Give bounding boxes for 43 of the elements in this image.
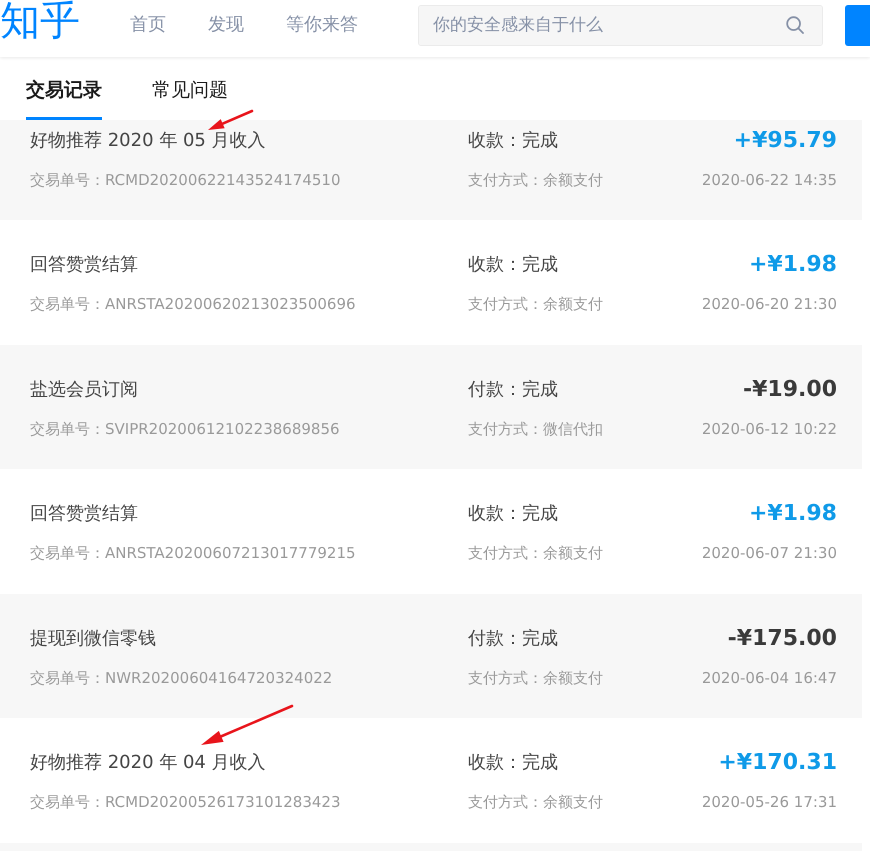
logo[interactable]: 知乎 [0,0,80,43]
transaction-amount: -¥19.00 [742,376,837,403]
payment-method: 支付方式：余额支付 [468,294,603,314]
transaction-amount: +¥1.98 [748,252,837,278]
transaction-time: 2020-06-12 10:22 [702,418,837,439]
payment-method: 支付方式：余额支付 [468,792,603,812]
transaction-status: 收款：完成 [468,502,559,526]
transaction-status: 付款：完成 [468,378,559,402]
transaction-time: 2020-05-26 17:31 [702,792,837,812]
order-number: 交易单号：RCMD20200622143524174510 [30,170,341,190]
transaction-amount: -¥175.00 [728,626,837,652]
transaction-status: 收款：完成 [468,751,559,776]
transaction-time: 2020-06-22 14:35 [702,170,837,190]
nav-link[interactable]: 首页 [130,12,166,38]
transaction-time: 2020-06-20 21:30 [702,294,837,314]
transaction-title: 盐选会员订阅 [30,378,138,402]
transaction-amount: +¥1.98 [748,501,837,528]
order-number: 交易单号：ANRSTA20200607213017779215 [30,543,356,564]
transaction-title: 好物推荐 2020 年 04 月收入 [30,751,266,776]
transaction-status: 收款：完成 [468,253,559,277]
search-field[interactable]: 你的安全感来自于什么 [418,4,823,46]
transaction-title: 回答赞赏结算 [30,502,138,526]
transaction-amount: +¥95.79 [734,128,837,154]
order-number: 交易单号：RCMD20200526173101283423 [30,792,341,812]
transaction-time: 2020-06-07 21:30 [702,543,837,564]
tab[interactable]: 常见问题 [152,57,228,120]
payment-method: 支付方式：微信代扣 [468,418,603,439]
payment-method: 支付方式：余额支付 [468,543,603,564]
transaction-time: 2020-06-04 16:47 [702,668,837,688]
nav-link[interactable]: 等你来答 [286,12,358,38]
transaction-title: 好物推荐 2020 年 05 月收入 [30,129,266,153]
order-number: 交易单号：NWR20200604164720324022 [30,668,332,688]
payment-method: 支付方式：余额支付 [468,170,603,190]
transaction-status: 收款：完成 [468,129,559,153]
transaction-title: 提现到微信零钱 [30,626,156,651]
transaction-status: 付款：完成 [468,626,559,651]
nav-link[interactable]: 发现 [208,12,244,38]
transaction-title: 回答赞赏结算 [30,253,138,277]
search-icon[interactable] [786,16,804,34]
transaction-amount: +¥170.31 [718,750,837,776]
payment-method: 支付方式：余额支付 [468,668,603,688]
order-number: 交易单号：ANRSTA20200620213023500696 [30,294,356,314]
order-number: 交易单号：SVIPR20200612102238689856 [30,418,340,439]
